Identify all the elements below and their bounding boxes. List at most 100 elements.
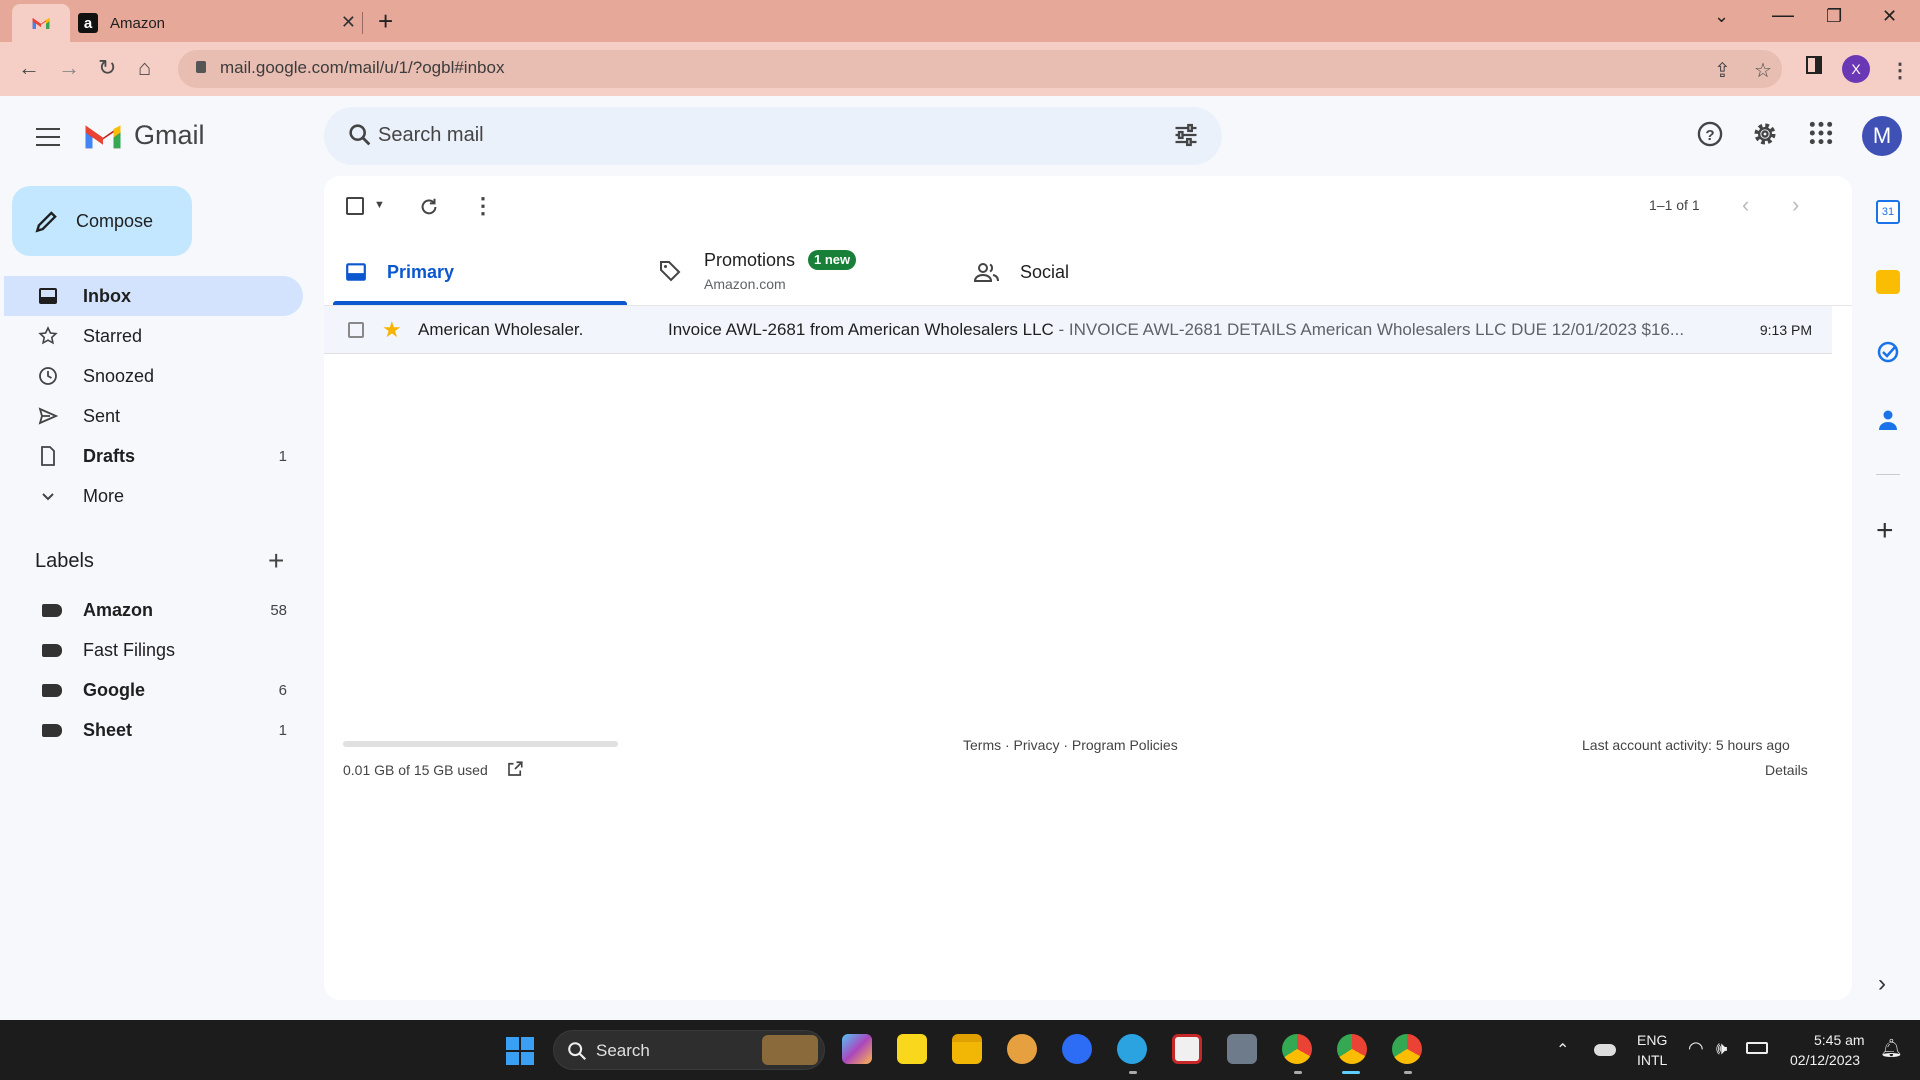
details-link[interactable]: Details bbox=[1765, 762, 1808, 778]
label-count: 58 bbox=[270, 601, 287, 619]
apps-grid-icon[interactable] bbox=[1808, 120, 1834, 146]
back-icon[interactable]: ← bbox=[18, 55, 40, 81]
nav-item-drafts[interactable]: Drafts 1 bbox=[4, 436, 303, 476]
clock-icon bbox=[39, 367, 57, 385]
home-icon[interactable]: ⌂ bbox=[138, 55, 151, 81]
settings-gear-icon[interactable] bbox=[1751, 120, 1779, 148]
nav-item-snoozed[interactable]: Snoozed bbox=[4, 356, 303, 396]
search-bar[interactable]: Search mail bbox=[324, 107, 1222, 165]
add-label-icon[interactable]: + bbox=[268, 545, 284, 577]
more-options-icon[interactable]: ⋮ bbox=[472, 193, 494, 219]
storage-usage-bar bbox=[343, 741, 618, 747]
chrome-profile-x-app-icon[interactable] bbox=[1337, 1034, 1367, 1064]
chrome-app-icon[interactable] bbox=[1282, 1034, 1312, 1064]
tab-amazon[interactable]: a Amazon ✕ bbox=[70, 4, 362, 42]
reload-icon[interactable]: ↻ bbox=[98, 55, 116, 81]
new-tab-button[interactable]: + bbox=[378, 6, 393, 37]
select-dropdown-icon[interactable]: ▼ bbox=[374, 199, 385, 211]
nav-item-starred[interactable]: Starred bbox=[4, 316, 303, 356]
label-item-sheet[interactable]: Sheet 1 bbox=[4, 710, 303, 750]
nav-item-sent[interactable]: Sent bbox=[4, 396, 303, 436]
label-name: Fast Filings bbox=[83, 639, 176, 660]
wifi-icon[interactable]: ◠ bbox=[1688, 1038, 1704, 1059]
new-badge: 1 new bbox=[808, 250, 857, 270]
calendar-icon[interactable]: 31 bbox=[1876, 200, 1900, 224]
telegram-app-icon[interactable] bbox=[1117, 1034, 1147, 1064]
clock-date[interactable]: 02/12/2023 bbox=[1790, 1052, 1860, 1068]
language-code[interactable]: ENG bbox=[1637, 1032, 1667, 1048]
label-item-fast-filings[interactable]: Fast Filings bbox=[4, 630, 303, 670]
tab-promotions[interactable]: Promotions Amazon.com bbox=[640, 244, 940, 306]
calculator-app-icon[interactable] bbox=[1227, 1034, 1257, 1064]
side-panel-icon[interactable] bbox=[1806, 56, 1822, 74]
close-window-button[interactable]: ✕ bbox=[1882, 6, 1897, 27]
sticky-notes-app-icon[interactable] bbox=[897, 1034, 927, 1064]
onedrive-cloud-icon[interactable] bbox=[1594, 1044, 1616, 1056]
taskbar-search[interactable]: Search bbox=[553, 1030, 825, 1070]
nav-item-more[interactable]: More bbox=[4, 476, 303, 516]
minimize-button[interactable]: — bbox=[1772, 2, 1794, 28]
refresh-icon[interactable] bbox=[418, 196, 440, 218]
nav-label: Inbox bbox=[83, 285, 131, 306]
select-all-checkbox[interactable] bbox=[346, 197, 364, 215]
account-avatar[interactable]: M bbox=[1862, 116, 1902, 156]
newer-chevron-left-icon[interactable]: ‹ bbox=[1742, 192, 1749, 218]
url-text[interactable]: mail.google.com/mail/u/1/?ogbl#inbox bbox=[220, 58, 504, 78]
label-tag-icon bbox=[42, 684, 62, 697]
search-options-icon[interactable] bbox=[1172, 121, 1200, 149]
nav-count: 1 bbox=[278, 447, 287, 465]
label-item-amazon[interactable]: Amazon 58 bbox=[4, 590, 303, 630]
notification-bell-icon[interactable]: 🔔︎ bbox=[1880, 1038, 1903, 1059]
close-tab-icon[interactable]: ✕ bbox=[341, 12, 356, 33]
tasks-icon[interactable] bbox=[1876, 340, 1900, 364]
share-icon[interactable]: ⇪ bbox=[1714, 58, 1731, 83]
search-input[interactable]: Search mail bbox=[378, 124, 484, 147]
zoom-app-icon[interactable] bbox=[1062, 1034, 1092, 1064]
taskbar-search-label: Search bbox=[596, 1041, 650, 1060]
older-chevron-right-icon[interactable]: › bbox=[1792, 192, 1799, 218]
windows-start-icon[interactable] bbox=[505, 1036, 535, 1066]
tray-chevron-up-icon[interactable]: ⌃ bbox=[1556, 1040, 1569, 1060]
forward-icon[interactable]: → bbox=[58, 55, 80, 81]
email-row[interactable]: ★ American Wholesaler. Invoice AWL-2681 … bbox=[324, 306, 1832, 354]
main-menu-icon[interactable] bbox=[36, 128, 60, 152]
compose-button[interactable]: Compose bbox=[12, 186, 192, 256]
help-icon[interactable]: ? bbox=[1696, 120, 1724, 148]
chrome-profile-x2-app-icon[interactable] bbox=[1392, 1034, 1422, 1064]
active-indicator bbox=[1342, 1071, 1360, 1074]
app-basket-icon[interactable] bbox=[1007, 1034, 1037, 1064]
tab-search-chevron-icon[interactable]: ⌄ bbox=[1714, 6, 1729, 27]
file-explorer-app-icon[interactable] bbox=[952, 1034, 982, 1064]
open-in-new-icon[interactable] bbox=[506, 760, 524, 778]
tab-gmail[interactable] bbox=[12, 4, 70, 42]
inbox-icon bbox=[39, 288, 57, 304]
restore-button[interactable]: ❐ bbox=[1826, 6, 1842, 27]
email-checkbox[interactable] bbox=[348, 322, 364, 338]
search-icon[interactable] bbox=[346, 121, 374, 149]
tab-promotions-sender: Amazon.com bbox=[704, 276, 786, 292]
browser-profile-avatar[interactable]: X bbox=[1842, 55, 1870, 83]
footer-policy-links[interactable]: Terms · Privacy · Program Policies bbox=[963, 737, 1178, 753]
email-sender: American Wholesaler. bbox=[418, 320, 584, 339]
lock-icon[interactable] bbox=[196, 61, 206, 73]
tab-social[interactable]: Social bbox=[960, 244, 1254, 306]
expand-panel-chevron-icon[interactable]: › bbox=[1878, 970, 1886, 998]
browser-menu-icon[interactable]: ⋮ bbox=[1890, 58, 1910, 83]
battery-icon[interactable] bbox=[1746, 1042, 1768, 1054]
bookmark-star-icon[interactable]: ☆ bbox=[1754, 58, 1772, 83]
star-filled-icon[interactable]: ★ bbox=[382, 317, 402, 343]
nav-label: More bbox=[83, 485, 125, 506]
label-item-google[interactable]: Google 6 bbox=[4, 670, 303, 710]
tab-primary[interactable]: Primary bbox=[333, 244, 627, 306]
taskbar-search-icon bbox=[568, 1042, 587, 1061]
snipping-tool-app-icon[interactable] bbox=[1172, 1034, 1202, 1064]
get-addons-icon[interactable]: + bbox=[1876, 514, 1894, 548]
volume-icon[interactable]: 🕪 bbox=[1716, 1038, 1727, 1059]
language-layout[interactable]: INTL bbox=[1637, 1052, 1667, 1068]
contacts-icon[interactable] bbox=[1876, 408, 1900, 432]
keep-icon[interactable] bbox=[1876, 270, 1900, 294]
clock-time[interactable]: 5:45 am bbox=[1814, 1032, 1865, 1048]
copilot-app-icon[interactable] bbox=[842, 1034, 872, 1064]
nav-item-inbox[interactable]: Inbox bbox=[4, 276, 303, 316]
last-activity-text: Last account activity: 5 hours ago bbox=[1582, 737, 1790, 753]
